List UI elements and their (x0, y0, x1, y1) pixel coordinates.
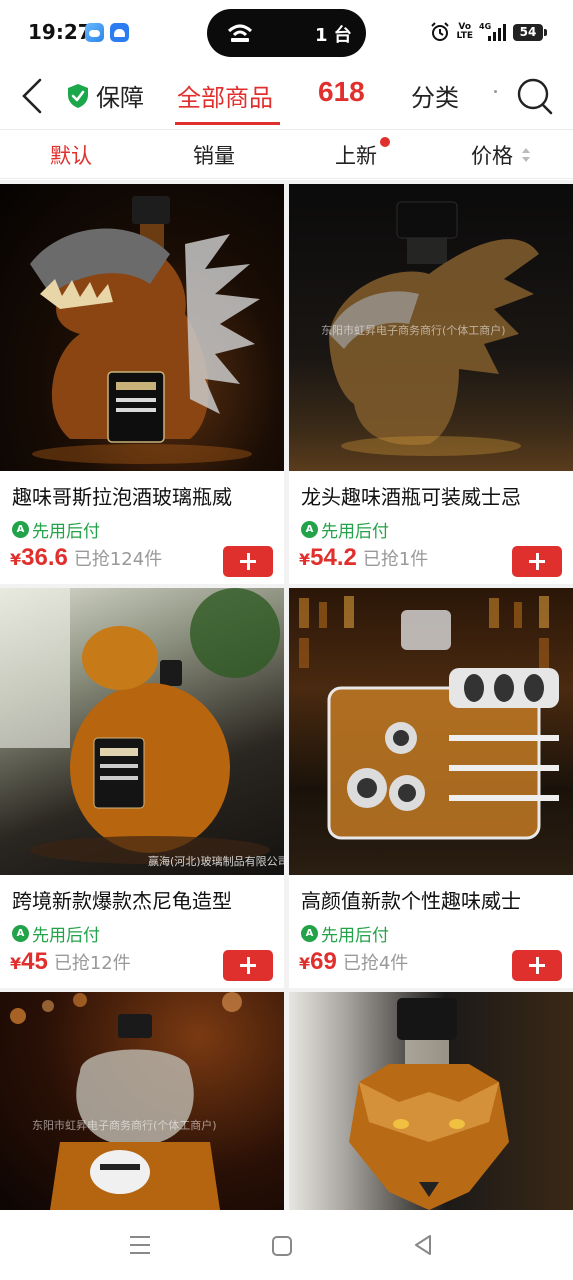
pay-later-icon: A (12, 925, 29, 942)
weather-app-icon (85, 23, 104, 42)
pay-later-badge: A 先用后付 (301, 921, 389, 946)
product-card[interactable]: 赢海(河北)玻璃制品有限公司 跨境新款爆款杰尼龟造型 A 先用后付 ¥ 45 已… (0, 588, 284, 988)
notification-app-icon (110, 23, 129, 42)
store-nav-bar: 保障 全部商品 618 分类 (0, 66, 573, 128)
product-image[interactable]: 赢海(河北)玻璃制品有限公司 (0, 588, 284, 875)
price-row: ¥ 54.2 已抢1件 (299, 544, 428, 572)
product-price: 36.6 (21, 544, 68, 571)
pay-later-icon: A (301, 925, 318, 942)
product-card[interactable]: 趣味哥斯拉泡酒玻璃瓶威 A 先用后付 ¥ 36.6 已抢124件 (0, 184, 284, 584)
tab-all-products[interactable]: 全部商品 (177, 78, 273, 113)
currency-symbol: ¥ (299, 550, 311, 569)
price-row: ¥ 45 已抢12件 (10, 948, 131, 976)
currency-symbol: ¥ (10, 550, 22, 569)
active-tab-indicator (175, 122, 280, 125)
add-to-cart-button[interactable] (223, 546, 273, 577)
product-title[interactable]: 高颜值新款个性趣味威士 (301, 885, 567, 914)
price-row: ¥ 69 已抢4件 (299, 948, 408, 976)
currency-symbol: ¥ (299, 954, 311, 973)
search-icon (517, 78, 553, 115)
image-watermark: 东阳市虹昇电子商务商行(个体工商户) (32, 1119, 217, 1132)
product-title[interactable]: 趣味哥斯拉泡酒玻璃瓶威 (12, 481, 278, 510)
sort-bar: 默认 销量 上新 价格 (0, 129, 573, 179)
pay-later-badge: A 先用后付 (12, 517, 100, 542)
new-badge-dot (380, 137, 390, 147)
product-image[interactable] (289, 588, 573, 875)
product-card[interactable]: 东阳市虹昇电子商务商行(个体工商户) (0, 992, 284, 1210)
status-time: 19:27 (28, 20, 92, 44)
product-image[interactable] (289, 992, 573, 1210)
guarantee-label: 保障 (96, 84, 144, 112)
add-to-cart-button[interactable] (512, 546, 562, 577)
volte-indicator: Vo LTE (456, 22, 473, 41)
system-back-button[interactable] (412, 1234, 434, 1256)
pay-later-badge: A 先用后付 (301, 517, 389, 542)
product-card[interactable] (289, 992, 573, 1210)
product-image[interactable]: 东阳市虹昇电子商务商行(个体工商户) (0, 992, 284, 1210)
sold-count: 已抢12件 (53, 953, 131, 974)
tab-category[interactable]: 分类 (411, 78, 459, 113)
product-card[interactable]: 高颜值新款个性趣味威士 A 先用后付 ¥ 69 已抢4件 (289, 588, 573, 988)
product-image[interactable]: 东阳市虹昇电子商务商行(个体工商户) (289, 184, 573, 471)
add-to-cart-button[interactable] (512, 950, 562, 981)
recent-apps-button[interactable] (128, 1234, 152, 1256)
pay-later-icon: A (12, 521, 29, 538)
add-to-cart-button[interactable] (223, 950, 273, 981)
home-button[interactable] (272, 1236, 292, 1256)
product-title[interactable]: 跨境新款爆款杰尼龟造型 (12, 885, 278, 914)
status-icons: Vo LTE 4G 54 (430, 22, 547, 42)
network-type: 4G (479, 22, 491, 31)
shield-check-icon (68, 83, 88, 108)
product-price: 69 (310, 948, 337, 975)
price-row: ¥ 36.6 已抢124件 (10, 544, 162, 572)
battery-indicator: 54 (513, 23, 547, 41)
pay-later-icon: A (301, 521, 318, 538)
image-watermark: 东阳市虹昇电子商务商行(个体工商户) (321, 324, 506, 337)
sold-count: 已抢4件 (342, 953, 409, 974)
back-button[interactable] (16, 74, 52, 118)
sort-arrows-icon (522, 148, 530, 162)
product-grid: 趣味哥斯拉泡酒玻璃瓶威 A 先用后付 ¥ 36.6 已抢124件 东阳市虹昇电子… (0, 180, 573, 1210)
product-price: 45 (21, 948, 48, 975)
guarantee-tab[interactable]: 保障 (66, 78, 144, 113)
sort-new[interactable]: 上新 (335, 140, 377, 170)
nav-dot (494, 90, 497, 93)
currency-symbol: ¥ (10, 954, 22, 973)
product-title[interactable]: 龙头趣味酒瓶可装威士忌 (301, 481, 567, 510)
dynamic-island-text: 1 台 (315, 25, 352, 46)
sold-count: 已抢1件 (362, 549, 429, 570)
product-card[interactable]: 东阳市虹昇电子商务商行(个体工商户) 龙头趣味酒瓶可装威士忌 A 先用后付 ¥ … (289, 184, 573, 584)
pay-later-badge: A 先用后付 (12, 921, 100, 946)
sold-count: 已抢124件 (73, 549, 163, 570)
status-bar: 19:27 1 台 Vo LTE 4G 54 (0, 0, 573, 66)
sort-price[interactable]: 价格 (471, 140, 513, 170)
product-price: 54.2 (310, 544, 357, 571)
image-watermark: 赢海(河北)玻璃制品有限公司 (148, 855, 284, 868)
system-navigation-bar (0, 1210, 573, 1280)
cast-icon (227, 24, 253, 42)
dynamic-island[interactable]: 1 台 (207, 9, 366, 57)
product-image[interactable] (0, 184, 284, 471)
search-button[interactable] (515, 74, 555, 118)
back-arrow-icon (22, 78, 42, 114)
sort-default[interactable]: 默认 (50, 140, 92, 170)
sort-sales[interactable]: 销量 (193, 140, 235, 170)
tab-618[interactable]: 618 (318, 76, 365, 108)
alarm-icon (431, 22, 450, 41)
signal-icon: 4G (479, 22, 506, 41)
